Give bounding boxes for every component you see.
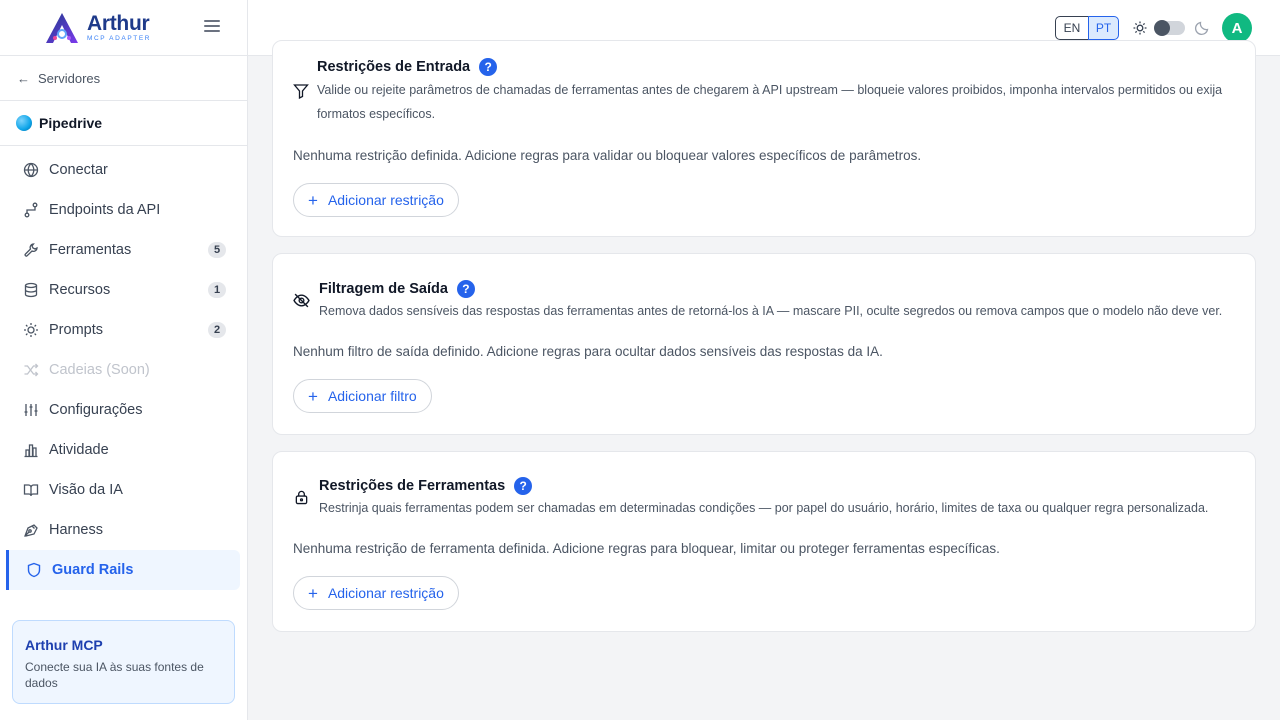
card-title-row: Restrições de Entrada ? xyxy=(317,58,1242,76)
sidebar-item-label: Configurações xyxy=(49,402,143,418)
input-restrictions-card: Restrições de Entrada ? Valide ou rejeit… xyxy=(272,40,1256,237)
promo-card: Arthur MCP Conecte sua IA às suas fontes… xyxy=(12,620,235,704)
sidebar-item-label: Conectar xyxy=(49,162,108,178)
back-to-servers-link[interactable]: ← Servidores xyxy=(0,56,247,101)
back-label: Servidores xyxy=(38,70,101,86)
brand-name: Arthur xyxy=(87,11,150,35)
theme-toggle-knob xyxy=(1154,20,1170,36)
sidebar-item-label: Atividade xyxy=(49,442,109,458)
sidebar-item-label: Recursos xyxy=(49,282,111,298)
sidebar-item-ferramentas[interactable]: Ferramentas 5 xyxy=(0,230,247,270)
sidebar-item-label: Endpoints da API xyxy=(49,202,161,218)
shield-icon xyxy=(26,562,42,578)
card-header: Restrições de Ferramentas ? Restrinja qu… xyxy=(319,477,1244,520)
sliders-icon xyxy=(23,402,39,418)
button-label: Adicionar restrição xyxy=(327,192,444,208)
sidebar-item-endpoints[interactable]: Endpoints da API xyxy=(0,190,247,230)
filter-icon xyxy=(293,84,309,99)
add-filter-button[interactable]: + Adicionar filtro xyxy=(293,379,432,413)
user-avatar[interactable]: A xyxy=(1222,13,1252,43)
empty-state-text: Nenhuma restrição de ferramenta definida… xyxy=(293,541,1000,556)
empty-state-text: Nenhum filtro de saída definido. Adicion… xyxy=(293,344,883,359)
promo-title: Arthur MCP xyxy=(25,637,103,653)
sidebar-item-harness[interactable]: Harness xyxy=(0,510,247,550)
sidebar-item-prompts[interactable]: Prompts 2 xyxy=(0,310,247,350)
sidebar-item-label: Visão da IA xyxy=(49,482,123,498)
empty-state-text: Nenhuma restrição definida. Adicione reg… xyxy=(293,148,922,163)
plus-icon: + xyxy=(308,190,318,210)
card-title: Restrições de Entrada xyxy=(317,59,471,75)
plus-icon: + xyxy=(308,583,318,603)
output-filtering-card: Filtragem de Saída ? Remova dados sensív… xyxy=(272,253,1256,435)
lang-en-button[interactable]: EN xyxy=(1055,16,1089,40)
help-icon[interactable]: ? xyxy=(456,280,475,298)
count-badge: 1 xyxy=(208,282,226,298)
button-label: Adicionar restrição xyxy=(327,585,444,601)
sidebar-item-conectar[interactable]: Conectar xyxy=(0,150,247,190)
add-tool-restriction-button[interactable]: + Adicionar restrição xyxy=(293,576,459,610)
sidebar-item-cadeias: Cadeias (Soon) xyxy=(0,350,247,390)
sidebar-item-label: Prompts xyxy=(49,322,103,338)
sidebar-item-recursos[interactable]: Recursos 1 xyxy=(0,270,247,310)
globe-icon xyxy=(23,162,39,178)
lang-pt-button[interactable]: PT xyxy=(1088,16,1119,40)
card-title: Restrições de Ferramentas xyxy=(319,478,506,494)
sidebar-item-label: Harness xyxy=(49,522,103,538)
wrench-icon xyxy=(23,242,39,258)
card-description: Remova dados sensíveis das respostas das… xyxy=(319,304,1223,318)
lightbulb-icon xyxy=(23,322,39,338)
sidebar-item-label: Guard Rails xyxy=(52,562,134,578)
plus-icon: + xyxy=(308,386,318,406)
card-title-row: Filtragem de Saída ? xyxy=(319,280,1244,298)
card-title-row: Restrições de Ferramentas ? xyxy=(319,477,1244,495)
sidebar-item-label: Ferramentas xyxy=(49,242,132,258)
bar-chart-icon xyxy=(23,442,39,458)
sidebar-item-visao-ia[interactable]: Visão da IA xyxy=(0,470,247,510)
button-label: Adicionar filtro xyxy=(327,388,417,404)
sun-icon xyxy=(1133,21,1147,35)
book-open-icon xyxy=(23,482,39,498)
promo-text: Conecte sua IA às suas fontes de dados xyxy=(25,660,204,690)
brand-subtitle: MCP ADAPTER xyxy=(87,34,152,42)
tool-restrictions-card: Restrições de Ferramentas ? Restrinja qu… xyxy=(272,451,1256,632)
card-description: Restrinja quais ferramentas podem ser ch… xyxy=(319,501,1209,515)
server-header: Pipedrive xyxy=(0,101,247,146)
sidebar-item-configuracoes[interactable]: Configurações xyxy=(0,390,247,430)
brand: Arthur MCP ADAPTER xyxy=(0,0,247,56)
theme-toggle[interactable] xyxy=(1154,20,1185,36)
help-icon[interactable]: ? xyxy=(514,477,533,495)
sidebar-item-label: Cadeias (Soon) xyxy=(49,362,150,378)
server-globe-icon xyxy=(16,115,32,131)
arrow-left-icon: ← xyxy=(17,70,30,86)
shuffle-icon xyxy=(23,362,39,378)
card-title: Filtragem de Saída xyxy=(319,281,448,297)
add-restriction-button[interactable]: + Adicionar restrição xyxy=(293,183,459,217)
card-header: Filtragem de Saída ? Remova dados sensív… xyxy=(319,280,1244,323)
help-icon[interactable]: ? xyxy=(479,58,498,76)
eye-off-icon xyxy=(293,293,310,308)
sidebar-item-atividade[interactable]: Atividade xyxy=(0,430,247,470)
language-switcher: EN PT xyxy=(1055,16,1119,40)
server-name: Pipedrive xyxy=(39,115,103,131)
database-icon xyxy=(23,282,39,298)
card-description: Valide ou rejeite parâmetros de chamadas… xyxy=(317,83,1223,121)
lock-icon xyxy=(295,490,308,505)
count-badge: 5 xyxy=(208,242,226,258)
hamburger-menu-icon[interactable] xyxy=(204,20,220,34)
sidebar-item-guard-rails[interactable]: Guard Rails xyxy=(6,550,240,590)
sidebar-nav: Conectar Endpoints da API Ferramentas 5 … xyxy=(0,146,247,590)
sidebar: Arthur MCP ADAPTER ← Servidores Pipedriv… xyxy=(0,0,248,720)
moon-icon xyxy=(1194,21,1209,36)
arthur-logo-icon xyxy=(46,12,78,43)
pen-tool-icon xyxy=(23,522,39,538)
route-icon xyxy=(23,202,39,218)
card-header: Restrições de Entrada ? Valide ou rejeit… xyxy=(317,58,1242,126)
count-badge: 2 xyxy=(208,322,226,338)
